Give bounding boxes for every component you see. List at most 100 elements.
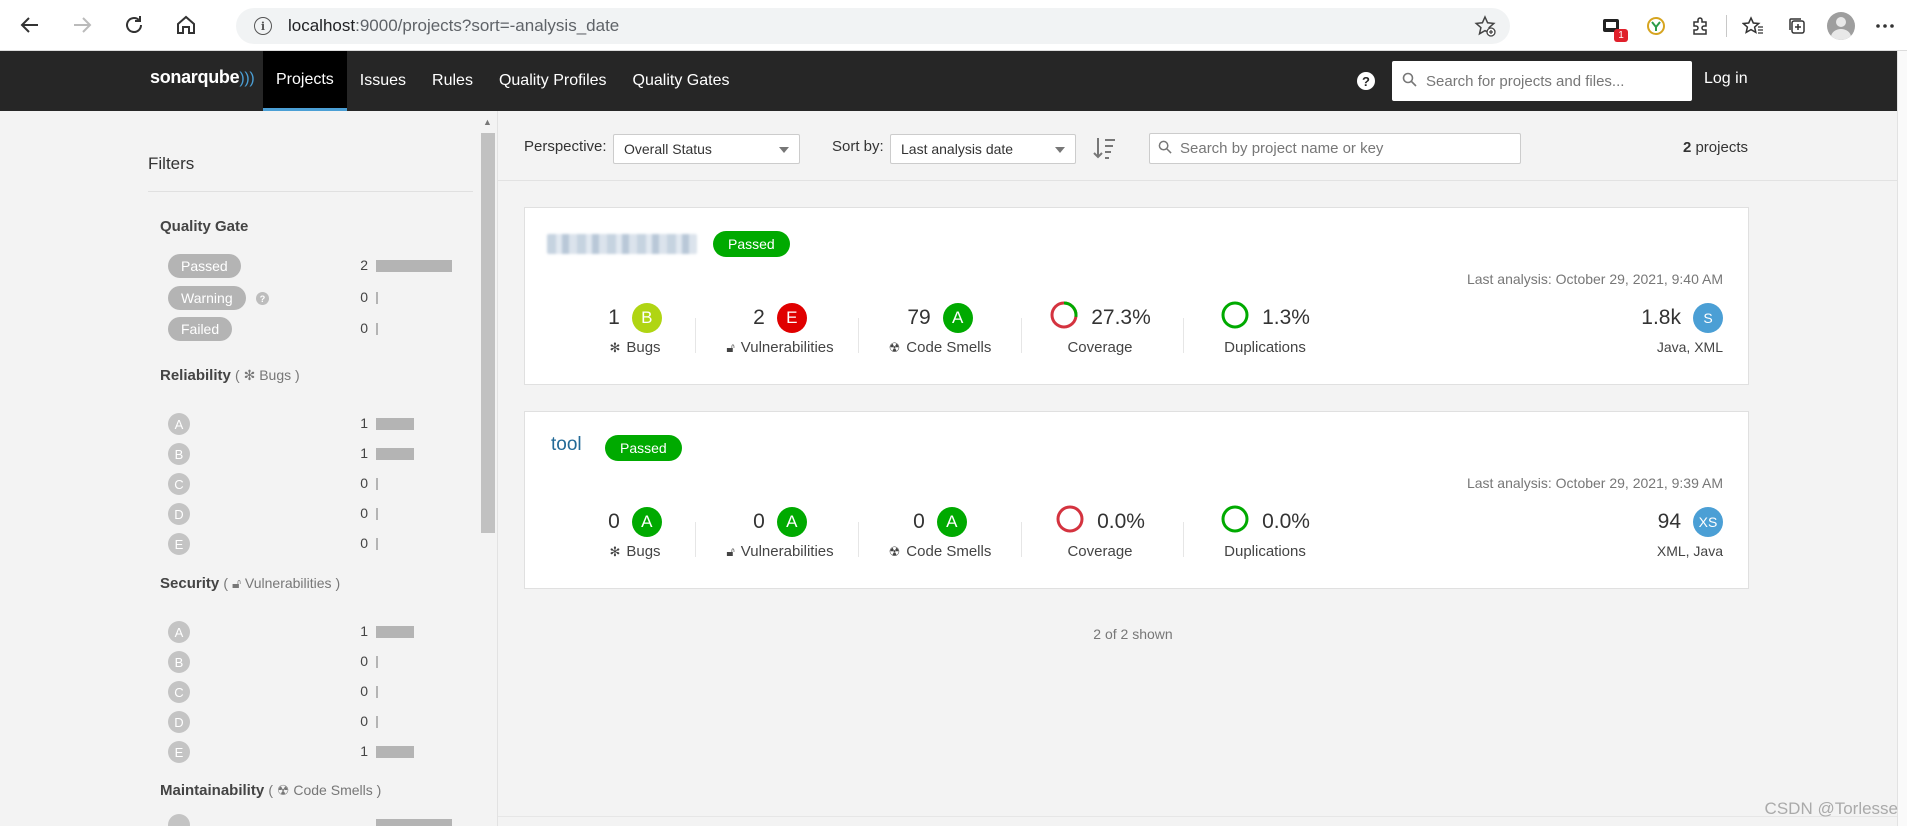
- chevron-down-icon: [779, 147, 789, 153]
- sort-direction-icon[interactable]: [1093, 135, 1117, 161]
- maint-bar: [376, 819, 452, 826]
- code-smell-icon: ☢︎: [276, 782, 290, 798]
- facet-security-a[interactable]: A1: [168, 620, 458, 644]
- url-text[interactable]: localhost:9000/projects?sort=-analysis_d…: [288, 16, 619, 36]
- vulnerabilities-metric[interactable]: 0 A 🔓︎ Vulnerabilities: [710, 507, 850, 560]
- shown-count: 2 of 2 shown: [1093, 626, 1173, 642]
- bugs-metric[interactable]: 0 A ✻ Bugs: [580, 507, 690, 560]
- duplications-label: Duplications: [1224, 339, 1306, 356]
- filters-sidebar: Filters Quality Gate Passed 2 Warning ? …: [0, 111, 498, 826]
- metric-divider: [695, 522, 696, 557]
- lock-icon: 🔓︎: [726, 544, 735, 559]
- search-icon: [1402, 72, 1417, 91]
- size-metric[interactable]: 94 XS XML, Java: [1657, 507, 1723, 559]
- page-scrollbar[interactable]: [1897, 51, 1907, 826]
- code-smells-metric[interactable]: 0 A ☢︎ Code Smells: [875, 507, 1005, 560]
- code-smells-metric[interactable]: 79 A ☢︎ Code Smells: [875, 303, 1005, 356]
- facet-quality-gate-title: Quality Gate: [160, 218, 249, 235]
- site-info-icon[interactable]: i: [254, 17, 272, 35]
- sonarqube-header: sonarqube))) Projects Issues Rules Quali…: [0, 51, 1897, 111]
- sidebar-scrollbar[interactable]: [481, 133, 495, 533]
- facet-security-c[interactable]: C0: [168, 680, 458, 704]
- vulnerabilities-rating: E: [776, 303, 807, 333]
- vulnerabilities-label: Vulnerabilities: [740, 339, 834, 356]
- more-options-icon[interactable]: [1863, 6, 1907, 46]
- favorites-icon[interactable]: [1731, 6, 1775, 46]
- size-metric[interactable]: 1.8k S Java, XML: [1641, 303, 1723, 355]
- rating-letter: D: [168, 711, 190, 733]
- back-arrow-icon[interactable]: [8, 5, 52, 45]
- nav-projects[interactable]: Projects: [263, 51, 347, 111]
- duplications-metric[interactable]: 0.0% Duplications: [1200, 504, 1330, 560]
- languages-label: XML, Java: [1656, 543, 1723, 559]
- size-rating: XS: [1693, 507, 1723, 537]
- facet-reliability-d[interactable]: D0: [168, 502, 458, 526]
- login-link[interactable]: Log in: [1704, 70, 1748, 88]
- metric-divider: [1183, 318, 1184, 353]
- duplications-metric[interactable]: 1.3% Duplications: [1200, 301, 1330, 356]
- qg-warning-bar: [376, 292, 378, 304]
- facet-security-e[interactable]: E1: [168, 740, 458, 764]
- sort-select[interactable]: Last analysis date: [890, 134, 1076, 164]
- favorite-add-icon[interactable]: [1474, 15, 1496, 43]
- facet-reliability-c[interactable]: C0: [168, 472, 458, 496]
- facet-reliability-a[interactable]: A1: [168, 412, 458, 436]
- facet-maintainability-title: Maintainability ( ☢︎ Code Smells ): [160, 782, 382, 799]
- facet-qg-warning[interactable]: Warning ? 0: [168, 286, 458, 310]
- project-name-link[interactable]: [547, 234, 697, 254]
- rating-count: 1: [360, 623, 368, 639]
- project-card: Passed Last analysis: October 29, 2021, 9…: [524, 207, 1749, 385]
- collections-icon[interactable]: [1775, 6, 1819, 46]
- nav-quality-gates[interactable]: Quality Gates: [620, 51, 743, 111]
- rating-count: 0: [360, 505, 368, 521]
- forward-arrow-icon[interactable]: [60, 5, 104, 45]
- extension-mail-icon[interactable]: 1: [1590, 6, 1634, 46]
- metric-divider: [1183, 522, 1184, 557]
- code-smell-icon: ☢︎: [888, 340, 901, 355]
- rating-count: 0: [360, 475, 368, 491]
- facet-reliability-e[interactable]: E0: [168, 532, 458, 556]
- bugs-rating: A: [631, 507, 662, 537]
- nav-issues[interactable]: Issues: [347, 51, 419, 111]
- duplications-donut-icon: [1220, 504, 1250, 540]
- facet-qg-passed[interactable]: Passed 2: [168, 254, 458, 278]
- reload-icon[interactable]: [112, 5, 156, 45]
- rating-letter: A: [168, 621, 190, 643]
- bugs-metric[interactable]: 1 B ✻ Bugs: [580, 303, 690, 356]
- scroll-up-icon[interactable]: ▲: [483, 117, 492, 127]
- nav-rules[interactable]: Rules: [419, 51, 486, 111]
- main-navigation: Projects Issues Rules Quality Profiles Q…: [263, 51, 742, 111]
- address-bar[interactable]: i localhost:9000/projects?sort=-analysis…: [236, 8, 1510, 44]
- rating-count: 1: [360, 445, 368, 461]
- rating-count: 0: [360, 653, 368, 669]
- extensions-puzzle-icon[interactable]: [1678, 6, 1722, 46]
- project-search-input[interactable]: Search by project name or key: [1149, 133, 1521, 164]
- nav-quality-profiles[interactable]: Quality Profiles: [486, 51, 620, 111]
- facet-security-b[interactable]: B0: [168, 650, 458, 674]
- global-search-input[interactable]: Search for projects and files...: [1392, 61, 1692, 101]
- rating-bar: [376, 746, 414, 758]
- perspective-value: Overall Status: [624, 141, 712, 157]
- facet-maint-partial[interactable]: [168, 813, 458, 826]
- project-name-link[interactable]: tool: [551, 434, 582, 456]
- quality-gate-status-badge: Passed: [605, 435, 682, 461]
- help-icon[interactable]: ?: [256, 292, 269, 305]
- bugs-label: Bugs: [626, 543, 661, 560]
- projects-main: Perspective: Overall Status Sort by: Las…: [498, 111, 1897, 826]
- coverage-metric[interactable]: 0.0% Coverage: [1040, 505, 1160, 560]
- coverage-metric[interactable]: 27.3% Coverage: [1040, 301, 1160, 356]
- facet-qg-failed[interactable]: Failed 0: [168, 317, 458, 341]
- last-analysis-date: Last analysis: October 29, 2021, 9:39 AM: [1466, 475, 1723, 491]
- sonarqube-logo[interactable]: sonarqube))): [150, 67, 255, 88]
- perspective-select[interactable]: Overall Status: [613, 134, 800, 164]
- rating-bar: [376, 656, 378, 668]
- help-icon[interactable]: ?: [1357, 72, 1375, 90]
- profile-avatar[interactable]: [1819, 6, 1863, 46]
- facet-security-d[interactable]: D0: [168, 710, 458, 734]
- vulnerabilities-metric[interactable]: 2 E 🔓︎ Vulnerabilities: [710, 303, 850, 356]
- facet-reliability-b[interactable]: B1: [168, 442, 458, 466]
- lock-icon: 🔓︎: [231, 575, 242, 591]
- rating-bar: [376, 538, 378, 550]
- home-icon[interactable]: [164, 5, 208, 45]
- extension-y-icon[interactable]: [1634, 6, 1678, 46]
